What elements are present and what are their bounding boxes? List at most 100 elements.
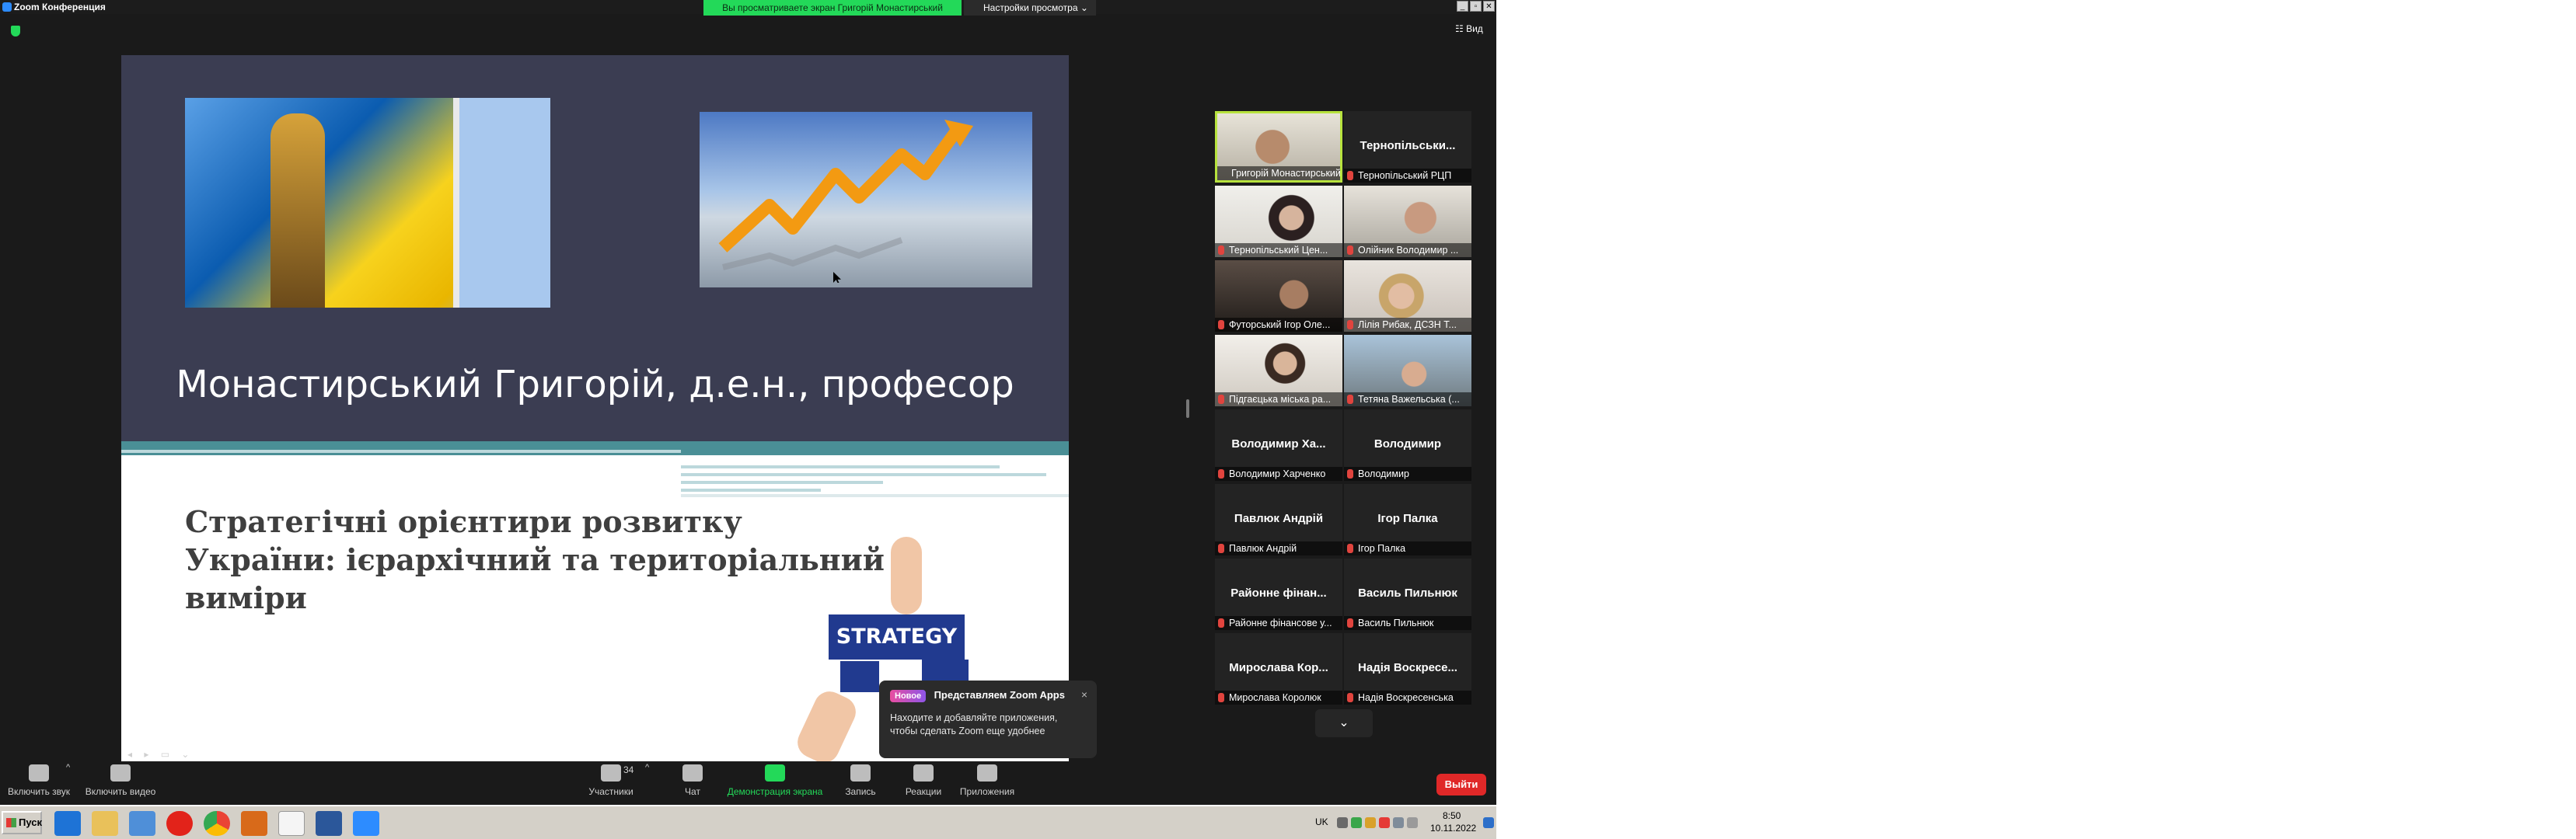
tray-icon[interactable] [1379,817,1390,828]
zoom-icon[interactable] [353,811,379,836]
explorer-icon[interactable] [92,811,118,836]
tray-icon[interactable] [1365,817,1376,828]
clock-time[interactable]: 8:50 [1443,810,1461,821]
slide-stripe [121,450,681,453]
slide-controls-faint: ◂ ▸ ▭ ⌄ [127,749,194,760]
slide-stripe [681,494,1069,497]
participant-name: Тернопільський Цен... [1229,245,1328,256]
split-view-handle[interactable] [1186,399,1189,418]
network-icon[interactable] [1393,817,1404,828]
language-indicator[interactable]: UK [1315,816,1328,827]
participant-display-name: Ігор Палка [1377,512,1438,525]
start-video-button[interactable]: Включить видео [82,764,159,797]
app-icon[interactable] [241,811,267,836]
media-player-icon[interactable] [129,811,155,836]
participant-tile[interactable]: Надія Воскресе... Надія Воскресенська [1344,633,1471,705]
window-title: Zoom Конференция [14,2,106,12]
participant-name-caption: Тернопільський Цен... [1215,243,1342,257]
notification-title: Представляем Zoom Apps [934,689,1065,701]
participant-tile[interactable]: Тетяна Важельська (... [1344,335,1471,406]
zoom-apps-notification[interactable]: Новое Представляем Zoom Apps × Находите … [879,681,1097,758]
windows-logo-icon [6,818,16,827]
chat-button[interactable]: Чат [673,764,712,797]
mic-muted-icon [1218,469,1224,479]
participant-tile[interactable]: Районне фінан... Районне фінансове у... [1215,559,1342,630]
share-screen-icon [765,764,785,782]
system-tray: UK 8:50 10.11.2022 [1306,809,1496,837]
participant-name: Ігор Палка [1358,543,1406,554]
mic-muted-icon [1347,395,1353,404]
participant-tile[interactable]: Володимир Ха... Володимир Харченко [1215,409,1342,481]
participant-display-name: Тернопільськи... [1360,139,1456,152]
tray-icon[interactable] [1351,817,1362,828]
participant-tile[interactable]: Павлюк Андрій Павлюк Андрій [1215,484,1342,555]
participant-tile[interactable]: Володимир Володимир [1344,409,1471,481]
apps-icon [977,764,997,782]
start-video-label: Включить видео [85,786,156,797]
participant-name: Лілія Рибак, ДСЗН Т... [1358,319,1457,330]
participant-tile[interactable]: Ігор Палка Ігор Палка [1344,484,1471,555]
mic-muted-icon [1218,618,1224,628]
participants-caret[interactable]: ^ [645,763,649,772]
document-icon[interactable] [278,811,305,836]
participant-tile[interactable]: Мирослава Кор... Мирослава Королюк [1215,633,1342,705]
audio-options-caret[interactable]: ^ [66,763,70,772]
participant-tile[interactable]: Тернопільський Цен... [1215,186,1342,257]
start-button[interactable]: Пуск [2,811,42,834]
flag-pole-shape [453,98,459,308]
participant-name: Павлюк Андрій [1229,543,1297,554]
mic-muted-icon [1347,320,1353,329]
participant-tile[interactable]: Олійник Володимир ... [1344,186,1471,257]
mic-muted-icon [1347,469,1353,479]
participant-name-caption: Григорій Монастирський [1217,166,1340,180]
apps-label: Приложения [959,786,1015,797]
participant-tile[interactable]: Підгаєцька міська ра... [1215,335,1342,406]
record-button[interactable]: Запись [841,764,880,797]
tray-icon[interactable] [1337,817,1348,828]
mic-muted-icon [1218,544,1224,553]
unmute-button[interactable]: Включить звук [6,764,72,797]
participant-name-caption: Футорський Ігор Оле... [1215,318,1342,332]
minimize-button[interactable]: _ [1457,1,1468,12]
participant-name: Підгаєцька міська ра... [1229,394,1332,405]
participant-tile[interactable]: Василь Пильнюк Василь Пильнюк [1344,559,1471,630]
volume-icon[interactable] [1407,817,1418,828]
chat-icon [682,764,703,782]
mic-muted-icon [1347,618,1353,628]
shared-screen[interactable]: Монастирський Григорій, д.е.н., професор… [121,55,1069,764]
opera-icon[interactable] [166,811,193,836]
ie-icon[interactable] [54,811,81,836]
word-icon[interactable] [316,811,342,836]
close-button[interactable]: ✕ [1483,1,1495,12]
participant-tile[interactable]: Григорій Монастирський [1215,111,1342,183]
view-button[interactable]: ☷ Вид [1455,23,1483,34]
growth-arrow-image [700,112,1032,287]
chrome-icon[interactable] [204,811,230,836]
chat-label: Чат [685,786,700,797]
security-shield-icon[interactable] [11,26,20,37]
monument-shape [271,113,325,308]
subtitle-line: Стратегічні орієнтири розвитку [185,504,742,539]
participant-tile[interactable]: Тернопільськи... Тернопільський РЦП [1344,111,1471,183]
windows-taskbar: Пуск UK 8:50 10.11.2022 [0,805,1496,839]
share-screen-button[interactable]: Демонстрация экрана [724,764,826,797]
participants-button[interactable]: Участники 34 [580,764,642,797]
show-desktop-icon[interactable] [1483,817,1494,828]
reactions-button[interactable]: Реакции [900,764,947,797]
close-icon[interactable]: × [1081,688,1087,701]
mic-muted-icon [1347,171,1353,180]
participant-tile[interactable]: Лілія Рибак, ДСЗН Т... [1344,260,1471,332]
slide-stripe [681,473,1046,476]
participant-name-caption: Мирослава Королюк [1215,691,1342,705]
view-options-button[interactable]: Настройки просмотра ⌄ [964,0,1096,16]
participant-name: Тетяна Важельська (... [1358,394,1460,405]
clock-date[interactable]: 10.11.2022 [1430,823,1476,834]
more-participants-button[interactable]: ⌄ [1315,709,1373,737]
participant-name-caption: Володимир [1344,467,1471,481]
maximize-button[interactable]: ▫ [1470,1,1482,12]
participant-name: Володимир [1358,468,1409,479]
participant-display-name: Василь Пильнюк [1358,587,1457,600]
apps-button[interactable]: Приложения [958,764,1017,797]
participant-tile[interactable]: Футорський Ігор Оле... [1215,260,1342,332]
leave-button[interactable]: Выйти [1436,774,1486,795]
